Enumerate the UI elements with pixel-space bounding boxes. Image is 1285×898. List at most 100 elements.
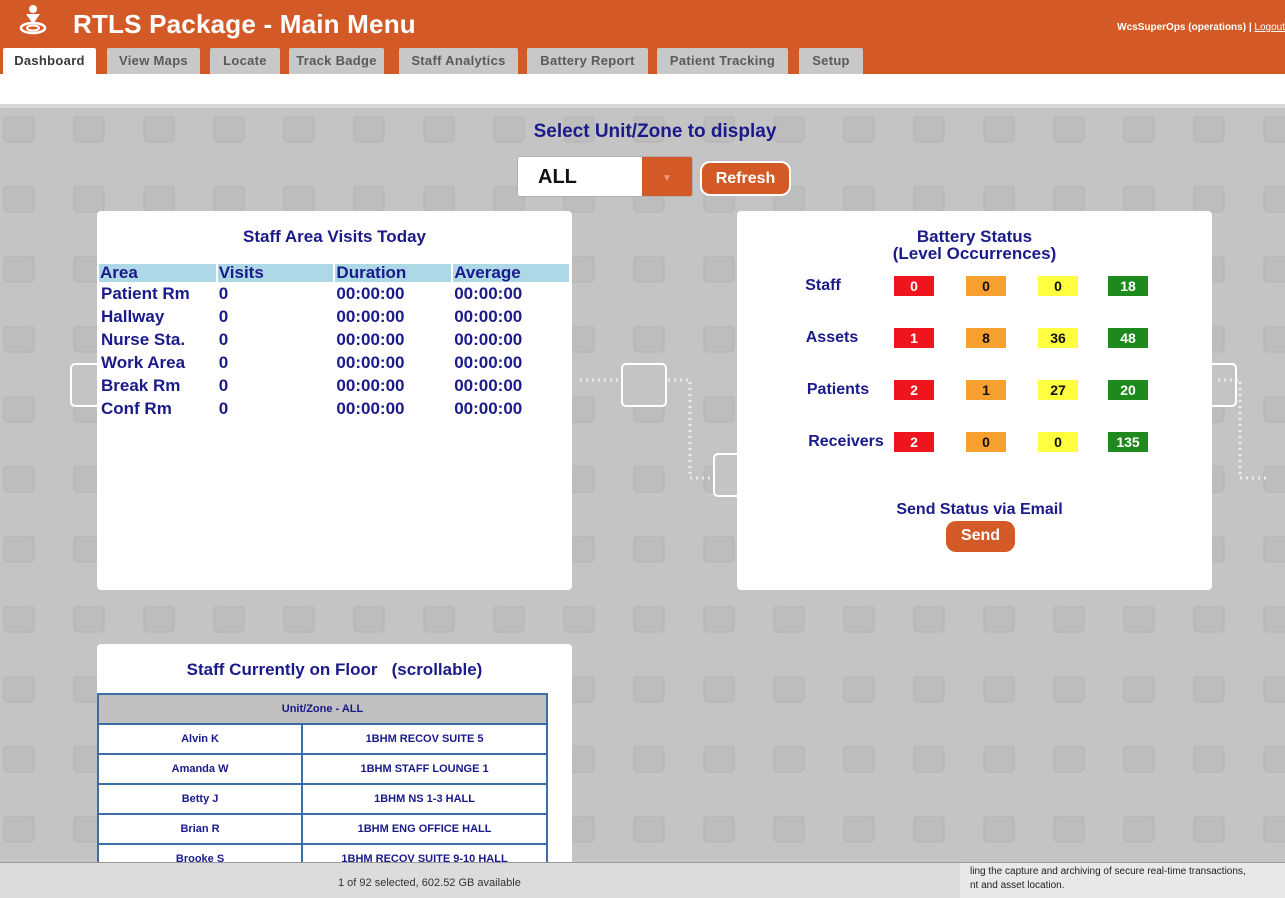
table-row: Patient Rm 0 00:00:00 00:00:00 bbox=[99, 282, 570, 305]
battery-level-yellow: 36 bbox=[1038, 328, 1078, 348]
duration-cell: 00:00:00 bbox=[336, 330, 405, 349]
battery-level-red: 2 bbox=[894, 432, 934, 452]
finder-status-text: 1 of 92 selected, 602.52 GB available bbox=[338, 877, 521, 889]
duration-cell: 00:00:00 bbox=[336, 376, 405, 395]
staff-location-cell: 1BHM ENG OFFICE HALL bbox=[301, 813, 548, 845]
staff-on-floor-title: Staff Currently on Floor (scrollable) bbox=[186, 660, 483, 679]
battery-row-label-staff: Staff bbox=[805, 277, 841, 294]
staff-name-cell: Alvin K bbox=[97, 723, 304, 755]
table-row: Amanda W 1BHM STAFF LOUNGE 1 bbox=[97, 753, 548, 785]
staff-visits-title: Staff Area Visits Today bbox=[243, 227, 426, 246]
staff-location-cell: 1BHM RECOV SUITE 5 bbox=[301, 723, 548, 755]
table-row: Work Area 0 00:00:00 00:00:00 bbox=[99, 351, 570, 374]
area-cell: Conf Rm bbox=[101, 399, 172, 418]
average-cell: 00:00:00 bbox=[454, 307, 523, 326]
table-row: Hallway 0 00:00:00 00:00:00 bbox=[99, 305, 570, 328]
unit-zone-select[interactable]: ALL ▼ bbox=[517, 156, 693, 197]
column-header-duration: Duration bbox=[334, 264, 454, 282]
username: WcsSuperOps (operations) bbox=[1117, 22, 1247, 33]
battery-level-green: 18 bbox=[1108, 276, 1148, 296]
duration-cell: 00:00:00 bbox=[336, 307, 405, 326]
tab-dashboard[interactable]: Dashboard bbox=[3, 48, 96, 74]
battery-level-red: 2 bbox=[894, 380, 934, 400]
background-text-line: nt and asset location. bbox=[970, 880, 1065, 891]
battery-level-yellow: 0 bbox=[1038, 432, 1078, 452]
column-header-area: Area bbox=[99, 264, 218, 282]
staff-location-cell: 1BHM NS 1-3 HALL bbox=[301, 783, 548, 815]
visits-cell: 0 bbox=[218, 353, 229, 372]
tab-track-badge[interactable]: Track Badge bbox=[289, 48, 384, 74]
logout-link[interactable]: Logout bbox=[1254, 22, 1285, 33]
tab-locate[interactable]: Locate bbox=[210, 48, 280, 74]
visits-cell: 0 bbox=[218, 399, 229, 418]
staff-name-cell: Amanda W bbox=[97, 753, 304, 785]
staff-visits-table: Area Visits Duration Average Patient Rm … bbox=[99, 264, 571, 420]
background-window-strip: 1 of 92 selected, 602.52 GB available li… bbox=[0, 862, 1285, 898]
battery-level-yellow: 0 bbox=[1038, 276, 1078, 296]
battery-level-orange: 8 bbox=[966, 328, 1006, 348]
area-cell: Patient Rm bbox=[101, 284, 190, 303]
tab-staff-analytics[interactable]: Staff Analytics bbox=[399, 48, 518, 74]
average-cell: 00:00:00 bbox=[454, 284, 523, 303]
battery-row-label-receivers: Receivers bbox=[808, 433, 884, 450]
battery-level-orange: 1 bbox=[966, 380, 1006, 400]
unit-zone-header: Unit/Zone - ALL bbox=[97, 693, 548, 725]
battery-status-panel: Battery Status (Level Occurrences) Staff… bbox=[737, 211, 1212, 590]
battery-level-red: 1 bbox=[894, 328, 934, 348]
background-document-text: ling the capture and archiving of secure… bbox=[970, 865, 1246, 893]
staff-name-cell: Brooke S bbox=[97, 843, 304, 862]
staff-on-floor-panel[interactable]: Staff Currently on Floor (scrollable) Un… bbox=[97, 644, 572, 862]
select-unit-title: Select Unit/Zone to display bbox=[533, 121, 777, 142]
tab-battery-report[interactable]: Battery Report bbox=[527, 48, 648, 74]
table-row: Conf Rm 0 00:00:00 00:00:00 bbox=[99, 397, 570, 420]
average-cell: 00:00:00 bbox=[454, 376, 523, 395]
duration-cell: 00:00:00 bbox=[336, 353, 405, 372]
visits-cell: 0 bbox=[218, 284, 229, 303]
duration-cell: 00:00:00 bbox=[336, 399, 405, 418]
table-row: Nurse Sta. 0 00:00:00 00:00:00 bbox=[99, 328, 570, 351]
staff-location-cell: 1BHM RECOV SUITE 9-10 HALL bbox=[301, 843, 548, 862]
tab-patient-tracking[interactable]: Patient Tracking bbox=[657, 48, 788, 74]
area-cell: Hallway bbox=[101, 307, 165, 326]
staff-visits-panel: Staff Area Visits Today Area Visits Dura… bbox=[97, 211, 572, 590]
battery-level-red: 0 bbox=[894, 276, 934, 296]
send-email-label: Send Status via Email bbox=[896, 501, 1063, 518]
average-cell: 00:00:00 bbox=[454, 330, 523, 349]
average-cell: 00:00:00 bbox=[454, 399, 523, 418]
tab-view-maps[interactable]: View Maps bbox=[107, 48, 200, 74]
chevron-down-icon[interactable]: ▼ bbox=[642, 157, 692, 196]
visits-cell: 0 bbox=[218, 376, 229, 395]
battery-level-yellow: 27 bbox=[1038, 380, 1078, 400]
staff-name-cell: Betty J bbox=[97, 783, 304, 815]
battery-level-orange: 0 bbox=[966, 276, 1006, 296]
battery-level-green: 48 bbox=[1108, 328, 1148, 348]
finder-status-bar: 1 of 92 selected, 602.52 GB available bbox=[0, 863, 960, 898]
app-title: RTLS Package - Main Menu bbox=[73, 9, 416, 39]
table-row: Brooke S 1BHM RECOV SUITE 9-10 HALL bbox=[97, 843, 548, 862]
battery-level-orange: 0 bbox=[966, 432, 1006, 452]
battery-title-line1: Battery Status bbox=[916, 227, 1033, 246]
column-header-average: Average bbox=[452, 264, 571, 282]
area-cell: Break Rm bbox=[101, 376, 181, 395]
battery-status-title: Battery Status (Level Occurrences) bbox=[737, 228, 1212, 262]
user-info: WcsSuperOps (operations) | Logout bbox=[1117, 22, 1285, 33]
average-cell: 00:00:00 bbox=[454, 353, 523, 372]
staff-location-cell: 1BHM STAFF LOUNGE 1 bbox=[301, 753, 548, 785]
table-row: Brian R 1BHM ENG OFFICE HALL bbox=[97, 813, 548, 845]
table-row: Alvin K 1BHM RECOV SUITE 5 bbox=[97, 723, 548, 755]
area-cell: Work Area bbox=[101, 353, 186, 372]
staff-on-floor-table: Unit/Zone - ALL Alvin K 1BHM RECOV SUITE… bbox=[97, 693, 548, 862]
location-pin-logo-icon bbox=[19, 5, 47, 35]
send-email-button[interactable]: Send bbox=[946, 521, 1015, 552]
column-header-visits: Visits bbox=[216, 264, 336, 282]
app-header: RTLS Package - Main Menu WcsSuperOps (op… bbox=[0, 0, 1285, 74]
battery-row-label-assets: Assets bbox=[805, 329, 859, 346]
staff-name-cell: Brian R bbox=[97, 813, 304, 845]
duration-cell: 00:00:00 bbox=[336, 284, 405, 303]
background-text-line: ling the capture and archiving of secure… bbox=[970, 866, 1246, 877]
tab-setup[interactable]: Setup bbox=[799, 48, 863, 74]
battery-title-line2: (Level Occurrences) bbox=[892, 244, 1057, 263]
refresh-button[interactable]: Refresh bbox=[700, 161, 791, 196]
battery-row-label-patients: Patients bbox=[806, 381, 870, 398]
unit-zone-value: ALL bbox=[538, 166, 577, 188]
